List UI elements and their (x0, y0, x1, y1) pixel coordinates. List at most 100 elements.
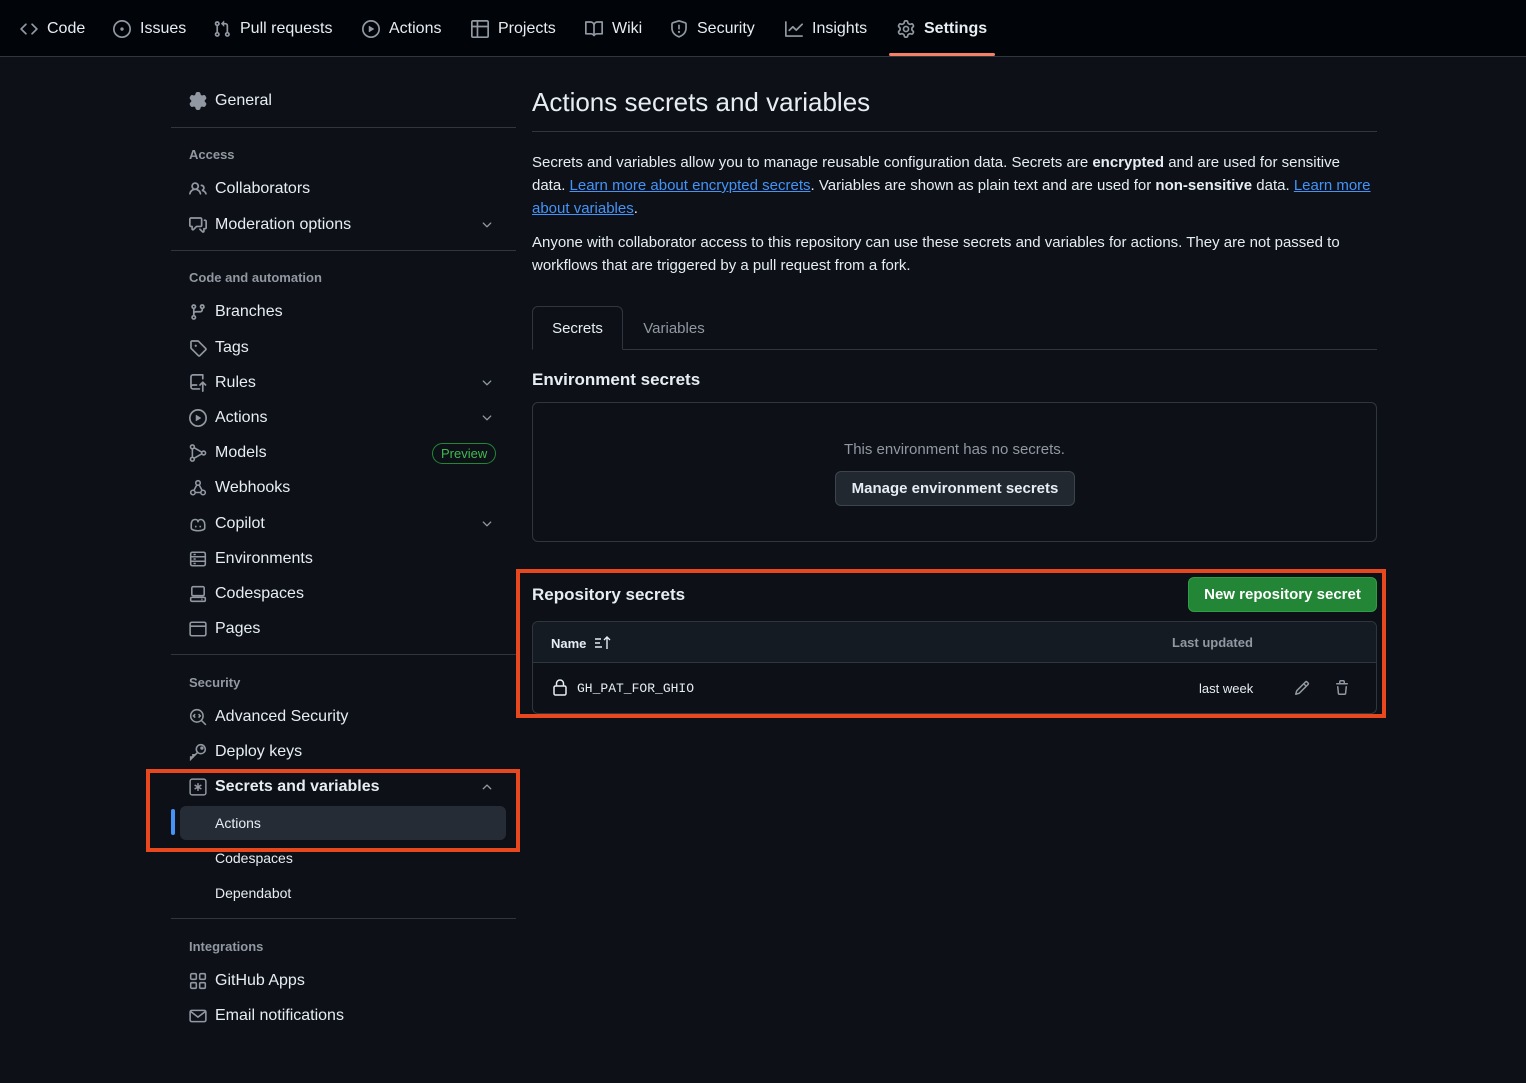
lock-icon (552, 678, 568, 696)
sidebar-item-label: Secrets and variables (215, 778, 380, 795)
empty-state-text: This environment has no secrets. (844, 441, 1065, 458)
sidebar-item-label: Tags (215, 339, 249, 356)
sidebar-item-tags[interactable]: Tags (171, 332, 516, 364)
repository-secrets-table: Name Last updated GH_PAT_FOR_GHIO last w… (532, 621, 1377, 714)
repo-push-icon (189, 374, 207, 392)
intro-bold-encrypted: encrypted (1092, 154, 1165, 171)
sidebar-item-label: Deploy keys (215, 743, 303, 760)
title-divider (532, 131, 1377, 132)
tab-issues[interactable]: Issues (113, 0, 186, 57)
sidebar-item-branches[interactable]: Branches (171, 296, 516, 328)
tab-actions-label: Actions (389, 19, 442, 37)
sidebar-item-deploy-keys[interactable]: Deploy keys (171, 736, 516, 768)
shield-icon (670, 19, 688, 38)
webhook-icon (189, 479, 207, 497)
sidebar-item-general[interactable]: General (171, 85, 516, 117)
book-icon (585, 20, 603, 38)
sidebar-item-models[interactable]: Models Preview (171, 437, 516, 469)
people-icon (189, 180, 207, 198)
play-icon (362, 19, 380, 38)
tab-variables[interactable]: Variables (623, 306, 725, 350)
sort-by-name-button[interactable]: Name (551, 635, 612, 651)
sidebar-item-secrets-and-variables[interactable]: Secrets and variables (171, 771, 516, 803)
collaborator-note: Anyone with collaborator access to this … (532, 234, 1340, 274)
sidebar-item-label: Collaborators (215, 180, 311, 197)
ai-model-icon (189, 444, 207, 462)
secret-last-updated: last week (1199, 681, 1254, 696)
tab-security[interactable]: Security (670, 0, 755, 57)
table-header: Name Last updated (533, 622, 1376, 663)
git-branch-icon (189, 303, 207, 321)
sidebar-item-label: Actions (215, 409, 268, 426)
key-asterisk-icon (189, 778, 207, 796)
gear-icon (897, 19, 915, 38)
sidebar-item-environments[interactable]: Environments (171, 543, 516, 575)
tab-actions[interactable]: Actions (362, 0, 441, 57)
sidebar-divider (171, 250, 516, 251)
tab-settings-label: Settings (924, 19, 988, 37)
tab-wiki[interactable]: Wiki (585, 0, 642, 57)
sidebar-item-rules[interactable]: Rules (171, 367, 516, 399)
sidebar-subitem-label: Actions (215, 815, 261, 831)
sidebar-subitem-dependabot[interactable]: Dependabot (180, 876, 506, 910)
learn-more-secrets-link[interactable]: Learn more about encrypted secrets (570, 177, 811, 194)
sidebar-item-label: Moderation options (215, 216, 352, 233)
tabs-divider (532, 349, 1377, 350)
sort-asc-icon (594, 635, 612, 651)
sidebar-item-advanced-security[interactable]: Advanced Security (171, 701, 516, 733)
tab-insights[interactable]: Insights (785, 0, 867, 57)
repo-nav: Code Issues Pull requests Actions Projec… (0, 0, 1526, 57)
sidebar-item-copilot[interactable]: Copilot (171, 508, 516, 540)
sidebar-item-github-apps[interactable]: GitHub Apps (171, 965, 516, 997)
sidebar-item-label: Rules (215, 374, 256, 391)
new-repository-secret-button[interactable]: New repository secret (1188, 577, 1377, 612)
sidebar-item-webhooks[interactable]: Webhooks (171, 472, 516, 504)
tab-settings[interactable]: Settings (897, 0, 987, 57)
repository-secrets-title: Repository secrets (532, 585, 686, 604)
table-icon (471, 19, 489, 38)
key-icon (189, 743, 207, 761)
sidebar-item-label: General (215, 92, 272, 109)
trash-icon (1334, 680, 1350, 696)
sidebar-item-moderation-options[interactable]: Moderation options (171, 209, 516, 241)
active-item-indicator (171, 809, 175, 835)
sidebar-item-label: Branches (215, 303, 283, 320)
tab-secrets[interactable]: Secrets (532, 306, 623, 350)
sidebar-divider (171, 918, 516, 919)
manage-environment-secrets-button[interactable]: Manage environment secrets (835, 471, 1075, 506)
play-icon (189, 409, 207, 427)
tab-security-label: Security (697, 19, 755, 37)
tab-projects[interactable]: Projects (471, 0, 556, 57)
intro-text: . (633, 200, 638, 217)
sidebar-item-label: Pages (215, 620, 261, 637)
sidebar-subitem-label: Dependabot (215, 885, 292, 901)
page-title: Actions secrets and variables (532, 87, 871, 117)
table-row: GH_PAT_FOR_GHIO last week (533, 663, 1376, 713)
intro-text: . Variables are shown as plain text and … (810, 177, 1156, 194)
secrets-variables-tabs: Secrets Variables (532, 306, 1377, 350)
sidebar-item-collaborators[interactable]: Collaborators (171, 173, 516, 205)
sidebar-item-actions[interactable]: Actions (171, 402, 516, 434)
preview-badge: Preview (432, 443, 497, 464)
sidebar-item-pages[interactable]: Pages (171, 613, 516, 645)
sidebar-item-label: Webhooks (215, 479, 291, 496)
intro-text: data. (1252, 177, 1294, 194)
selected-tab-underline (889, 53, 995, 56)
sidebar-subitem-actions[interactable]: Actions (180, 806, 506, 840)
intro-bold-non-sensitive: non-sensitive (1155, 177, 1253, 194)
tab-projects-label: Projects (498, 19, 556, 37)
graph-icon (785, 20, 803, 38)
delete-secret-button[interactable] (1331, 677, 1353, 699)
tab-pull-requests[interactable]: Pull requests (213, 0, 333, 57)
sidebar-item-codespaces[interactable]: Codespaces (171, 578, 516, 610)
sidebar-heading-code-automation: Code and automation (189, 270, 322, 285)
tab-wiki-label: Wiki (612, 19, 643, 37)
sidebar-heading-security: Security (189, 675, 241, 690)
sidebar-item-email-notifications[interactable]: Email notifications (171, 1000, 516, 1032)
tab-code[interactable]: Code (20, 0, 85, 57)
tab-pull-requests-label: Pull requests (240, 19, 333, 37)
tab-insights-label: Insights (812, 19, 868, 37)
sidebar-item-label: Environments (215, 550, 313, 567)
edit-secret-button[interactable] (1291, 677, 1313, 699)
sidebar-subitem-codespaces[interactable]: Codespaces (180, 841, 506, 875)
